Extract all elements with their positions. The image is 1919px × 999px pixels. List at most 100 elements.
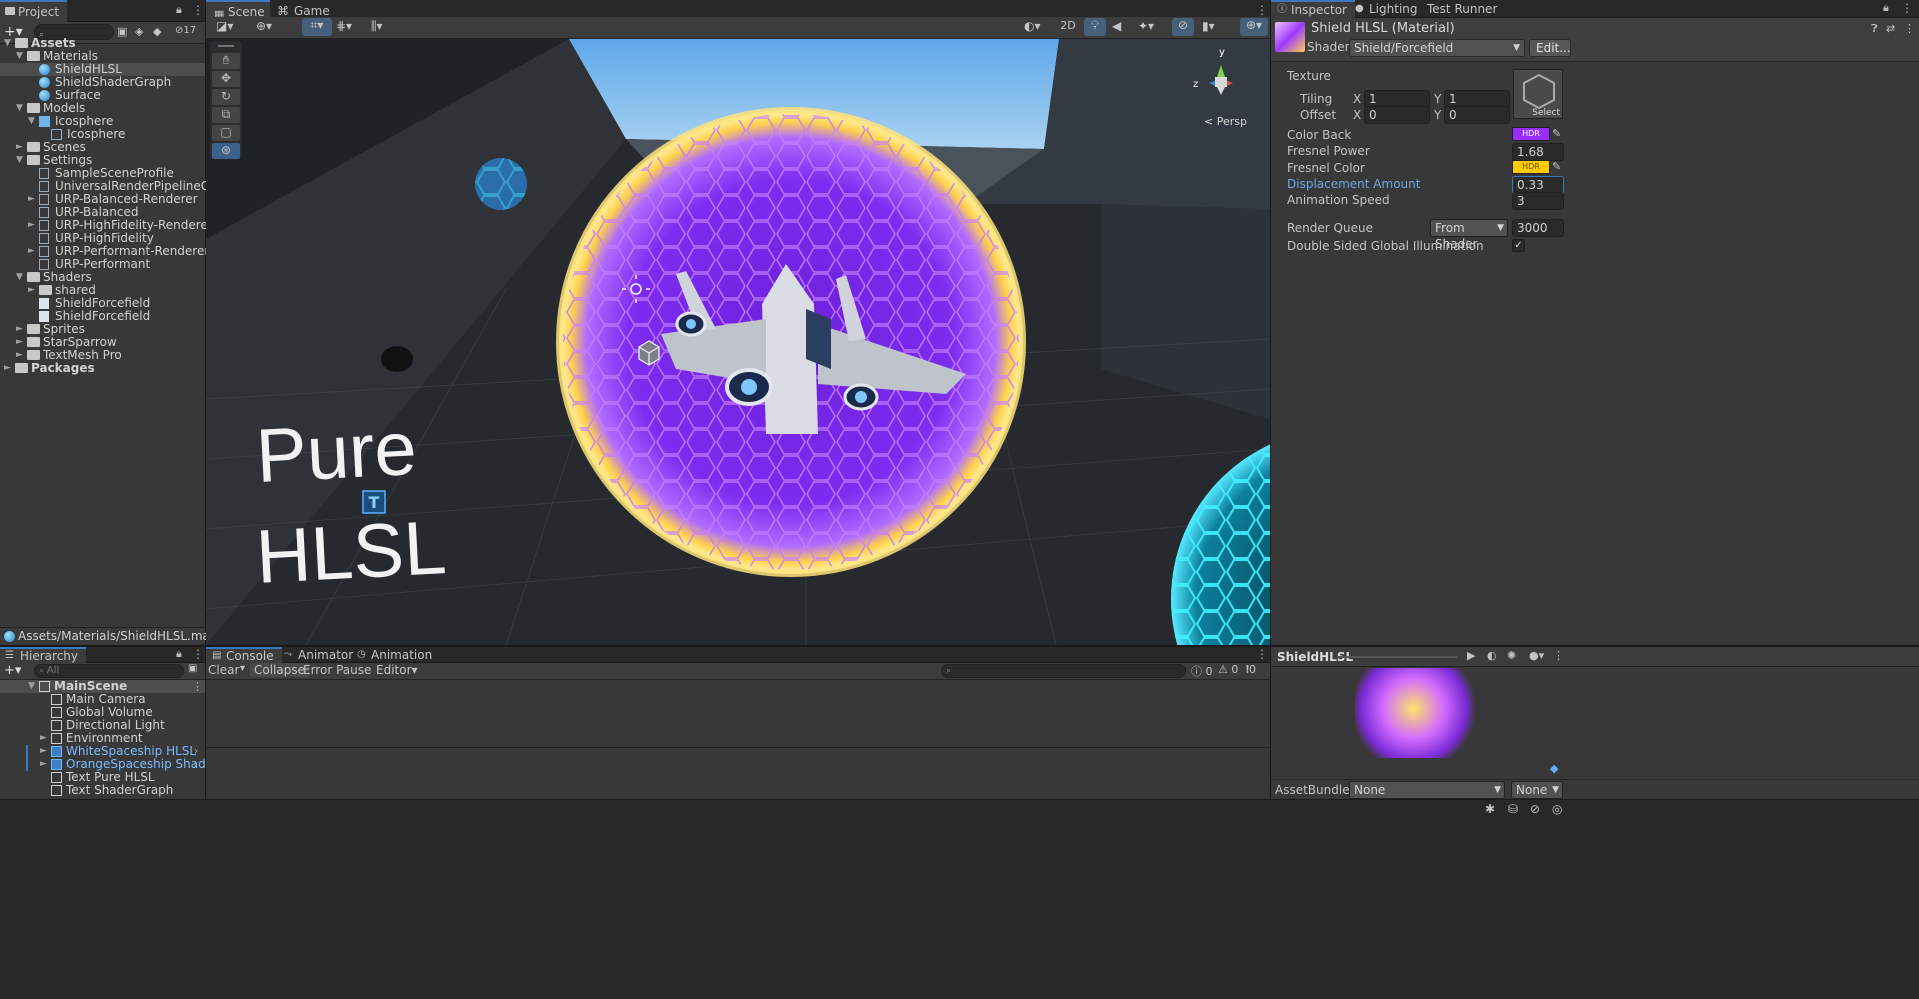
hand-tool-icon[interactable]: ✋︎ — [212, 53, 240, 69]
rotate-tool-icon[interactable]: ↻ — [212, 89, 240, 105]
preview-drag-handle[interactable] — [1337, 656, 1457, 658]
chevron-right-icon[interactable]: ► — [16, 141, 26, 154]
more-menu-icon[interactable]: ⋮ — [192, 3, 204, 17]
project-tree-item[interactable]: ► Packages — [0, 362, 205, 375]
asset-label-icon[interactable]: ◆ — [1550, 762, 1558, 775]
more-menu-icon[interactable]: ⋮ — [1901, 1, 1913, 15]
tab-inspector[interactable]: ⓘ Inspector — [1271, 0, 1355, 18]
more-menu-icon[interactable]: ⋮ — [192, 680, 203, 693]
project-tree-item[interactable]: ShieldForcefield — [0, 310, 205, 323]
chevron-right-icon[interactable]: ► — [40, 745, 50, 758]
chevron-down-icon[interactable]: ▼ — [16, 102, 26, 115]
chevron-right-icon[interactable]: ► — [40, 732, 50, 745]
fresnel-color-swatch[interactable]: HDR — [1512, 160, 1550, 174]
draw-mode-dropdown[interactable]: ◪▾ — [216, 19, 233, 33]
lock-icon[interactable]: 🔒︎ — [176, 3, 182, 17]
chevron-right-icon[interactable]: ► — [28, 219, 38, 232]
clear-options-dropdown[interactable]: ▾ — [240, 663, 245, 674]
hidden-packages-icon[interactable]: ⊘17 — [175, 25, 196, 36]
play-icon[interactable]: ▶ — [1467, 649, 1475, 662]
scene-visibility-icon[interactable]: ▣ — [188, 663, 197, 674]
preview-mesh-dropdown[interactable]: ●▾ — [1529, 649, 1544, 662]
more-menu-icon[interactable]: ⋮ — [192, 647, 204, 661]
tab-animation[interactable]: ◷ Animation — [351, 647, 440, 663]
transform-tool-icon[interactable]: ⊛ — [212, 143, 240, 159]
error-pause-toggle[interactable]: Error Pause — [303, 663, 371, 677]
hierarchy-item[interactable]: Text ShaderGraph — [0, 784, 205, 797]
more-menu-icon[interactable]: ⋮ — [1904, 22, 1915, 35]
offset-x-field[interactable]: 0 — [1364, 106, 1430, 124]
increment-snap-dropdown[interactable]: ⫼▾ — [371, 19, 383, 34]
tab-hierarchy[interactable]: ☰ Hierarchy — [0, 647, 87, 663]
chevron-right-icon[interactable]: ► — [4, 362, 14, 375]
render-queue-dropdown[interactable]: From Shader ▼ — [1430, 219, 1508, 251]
project-tree-item[interactable]: ► Scenes — [0, 141, 205, 154]
warning-count[interactable]: ⚠︎ 0 — [1218, 663, 1238, 676]
console-log-area[interactable] — [206, 680, 1270, 748]
lock-icon[interactable]: 🔒︎ — [176, 647, 182, 661]
rect-tool-icon[interactable]: ▢ — [212, 125, 240, 141]
render-queue-field[interactable]: 3000 — [1512, 219, 1564, 237]
chevron-down-icon[interactable]: ▼ — [16, 50, 26, 63]
hierarchy-search-input[interactable]: ⌕ All — [34, 664, 184, 678]
chevron-down-icon[interactable]: ▼ — [16, 154, 26, 167]
camera-dropdown[interactable]: ▮▾ — [1202, 19, 1215, 33]
log-count[interactable]: ⓘ 0 — [1191, 663, 1213, 679]
move-tool-icon[interactable]: ✥ — [212, 71, 240, 87]
chevron-right-icon[interactable]: ► — [28, 284, 38, 297]
effects-dropdown[interactable]: ✦▾ — [1138, 19, 1154, 33]
scene-viewport[interactable]: T Pure HLSL ✋︎ ✥ ↻ ⧉ ▢ ⊛ y z < Persp — [206, 39, 1270, 645]
lock-icon[interactable]: 🔒︎ — [1883, 1, 1889, 15]
more-menu-icon[interactable]: ⋮ — [1553, 649, 1564, 662]
grid-snapping-toggle[interactable]: ⌗▾ — [302, 18, 332, 36]
chevron-down-icon[interactable]: ▼ — [16, 271, 26, 284]
assetbundle-dropdown[interactable]: None ▼ — [1349, 781, 1505, 799]
offset-y-field[interactable]: 0 — [1444, 106, 1510, 124]
fresnel-power-field[interactable]: 1.68 — [1512, 143, 1564, 161]
project-tree-item[interactable]: URP-Performant — [0, 258, 205, 271]
chevron-down-icon[interactable]: ▼ — [28, 680, 38, 693]
lighting-toggle[interactable]: 💡︎ — [1084, 18, 1106, 36]
project-tree-item[interactable]: ▼ Shaders — [0, 271, 205, 284]
hidden-objects-toggle[interactable]: ⊘ — [1172, 18, 1194, 36]
chevron-down-icon[interactable]: ▼ — [28, 115, 38, 128]
auto-generate-lighting-icon[interactable]: ⊘ — [1530, 802, 1540, 816]
project-tree-item[interactable]: Icosphere — [0, 128, 205, 141]
project-tree-item[interactable]: ShieldShaderGraph — [0, 76, 205, 89]
add-icon[interactable]: +▾ — [4, 663, 21, 678]
gizmos-dropdown[interactable]: ⊕▾ — [1240, 18, 1268, 36]
chevron-right-icon[interactable]: ► — [16, 349, 26, 362]
tab-test-runner[interactable]: Test Runner — [1419, 0, 1505, 18]
preview-light-icon[interactable]: ✺ — [1507, 649, 1516, 662]
material-preview-image[interactable] — [1355, 668, 1485, 758]
console-search-input[interactable]: ⌕ — [941, 664, 1186, 678]
error-count[interactable]: ❗︎0 — [1246, 663, 1256, 677]
cache-server-icon[interactable]: ⛁ — [1508, 802, 1518, 816]
shading-mode-dropdown[interactable]: ◐▾ — [1024, 19, 1041, 33]
color-back-swatch[interactable]: HDR — [1512, 127, 1550, 141]
orientation-gizmo[interactable]: y z — [1191, 47, 1251, 107]
chevron-right-icon[interactable]: ► — [28, 193, 38, 206]
tab-animator[interactable]: ⤳ Animator — [278, 647, 361, 663]
select-texture-button[interactable]: Select — [1532, 108, 1560, 118]
animation-speed-field[interactable]: 3 — [1512, 192, 1564, 210]
more-menu-icon[interactable]: ⋮ — [1256, 3, 1268, 17]
btn-2d[interactable]: 2D — [1056, 19, 1080, 32]
editor-dropdown[interactable]: Editor▾ — [376, 663, 418, 677]
grid-visibility-dropdown[interactable]: ⋕▾ — [336, 19, 352, 33]
chevron-right-icon[interactable]: ► — [16, 336, 26, 349]
tab-console[interactable]: ▤ Console — [206, 647, 282, 663]
help-icon[interactable]: ❓︎ — [1871, 22, 1878, 36]
collapse-toggle[interactable]: Collapse — [250, 663, 309, 677]
shader-dropdown[interactable]: Shield/Forcefield ▼ — [1349, 39, 1525, 57]
scale-tool-icon[interactable]: ⧉ — [212, 107, 240, 123]
double-sided-gi-checkbox[interactable]: ✓ — [1512, 239, 1525, 252]
persp-label[interactable]: < Persp — [1204, 115, 1247, 128]
preview-shape-icon[interactable]: ◐ — [1487, 649, 1497, 662]
chevron-right-icon[interactable]: ► — [40, 758, 50, 771]
chevron-right-icon[interactable]: ► — [16, 323, 26, 336]
texture-slot[interactable]: Select — [1513, 69, 1563, 119]
eyedropper-icon[interactable]: ✎ — [1552, 160, 1561, 173]
tab-lighting[interactable]: ● Lighting — [1349, 0, 1426, 18]
eyedropper-icon[interactable]: ✎ — [1552, 127, 1561, 140]
